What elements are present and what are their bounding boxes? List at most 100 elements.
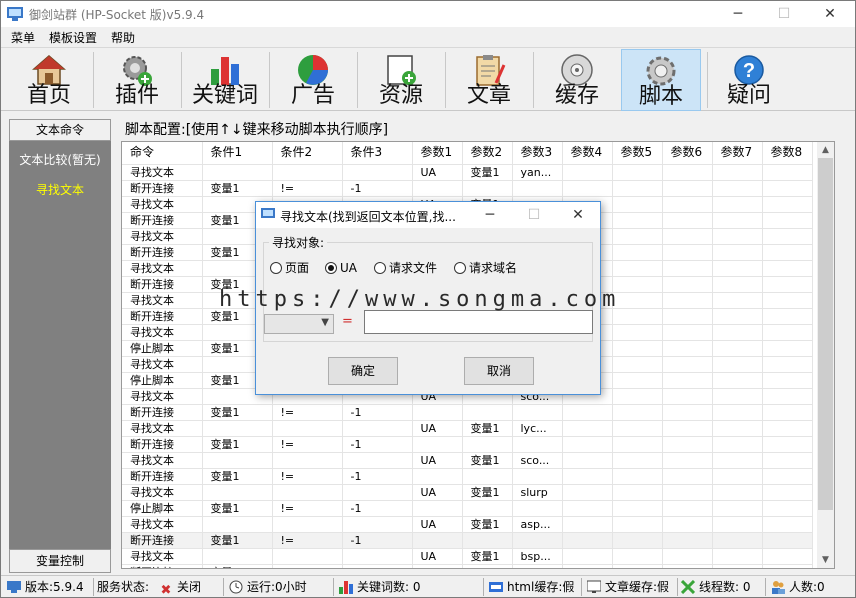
- table-cell: [662, 436, 713, 453]
- column-header[interactable]: 参数3: [512, 142, 563, 165]
- dialog-title: 寻找文本(找到返回文本位置,找...: [280, 210, 456, 224]
- minimize-button[interactable]: ─: [715, 1, 761, 27]
- column-header[interactable]: 参数6: [662, 142, 713, 165]
- table-row[interactable]: 寻找文本 UA 变量1 asp...: [122, 516, 813, 533]
- table-cell: [342, 484, 413, 501]
- table-cell: [462, 468, 513, 485]
- radio-request-file[interactable]: 请求文件: [374, 261, 437, 275]
- radio-page[interactable]: 页面: [270, 261, 309, 275]
- table-row[interactable]: 寻找文本 UA 变量1 slurp: [122, 484, 813, 501]
- column-header[interactable]: 参数8: [762, 142, 813, 165]
- table-cell: [762, 500, 813, 517]
- column-header[interactable]: 条件2: [272, 142, 343, 165]
- svg-text:?: ?: [743, 60, 755, 82]
- table-cell: 断开连接: [122, 436, 203, 453]
- grid-vertical-scrollbar[interactable]: ▲ ▼: [817, 142, 834, 568]
- table-cell: lyc...: [512, 420, 563, 437]
- radio-request-file-label: 请求文件: [389, 261, 438, 275]
- variable-select[interactable]: ▼: [264, 314, 334, 334]
- column-header[interactable]: 参数1: [412, 142, 463, 165]
- column-header[interactable]: 参数7: [712, 142, 763, 165]
- toolbar-ads-button[interactable]: 广告: [271, 49, 355, 111]
- table-cell: [412, 468, 463, 485]
- table-cell: [662, 212, 713, 229]
- table-cell: [712, 276, 763, 293]
- scroll-up-arrow-icon[interactable]: ▲: [817, 142, 834, 158]
- table-cell: 断开连接: [122, 468, 203, 485]
- column-header[interactable]: 条件1: [202, 142, 273, 165]
- table-cell: [612, 532, 663, 549]
- column-header[interactable]: 命令: [122, 142, 203, 165]
- table-row[interactable]: 寻找文本 UA 变量1 sco...: [122, 452, 813, 469]
- table-cell: 断开连接: [122, 564, 203, 568]
- table-cell: 寻找文本: [122, 452, 203, 469]
- dialog-close-button[interactable]: ✕: [555, 202, 601, 228]
- column-header[interactable]: 条件3: [342, 142, 413, 165]
- toolbar-cache-button[interactable]: 缓存: [535, 49, 619, 111]
- scroll-thumb[interactable]: [818, 158, 833, 510]
- table-cell: [762, 532, 813, 549]
- table-row[interactable]: 断开连接 变量1 != -1: [122, 180, 813, 197]
- toolbar-resources-button[interactable]: 资源: [359, 49, 443, 111]
- menu-item-template-settings[interactable]: 模板设置: [49, 29, 97, 46]
- maximize-button[interactable]: ☐: [761, 1, 807, 27]
- table-cell: [712, 452, 763, 469]
- dialog-minimize-button[interactable]: ─: [467, 202, 513, 228]
- table-cell: 寻找文本: [122, 292, 203, 309]
- toolbar-keywords-button[interactable]: 关键词: [183, 49, 267, 111]
- command-item-find-text[interactable]: 寻找文本: [9, 181, 111, 198]
- toolbar-home-label: 首页: [26, 83, 71, 108]
- table-cell: [272, 564, 343, 568]
- table-cell: [762, 372, 813, 389]
- table-cell: [662, 548, 713, 565]
- table-row[interactable]: 寻找文本 UA 变量1 bsp...: [122, 548, 813, 565]
- menu-item-menu[interactable]: 菜单: [11, 29, 35, 46]
- close-red-icon: ✖: [160, 583, 172, 598]
- cancel-button[interactable]: 取消: [464, 357, 534, 385]
- menu-item-help[interactable]: 帮助: [111, 29, 135, 46]
- command-panel: 文本命令 文本比较(暂无) 寻找文本 变量控制: [9, 119, 111, 573]
- table-row[interactable]: 停止脚本 变量1 != -1: [122, 500, 813, 517]
- column-header[interactable]: 参数4: [562, 142, 613, 165]
- table-cell: [762, 516, 813, 533]
- ok-button[interactable]: 确定: [328, 357, 398, 385]
- table-row[interactable]: 断开连接 变量1 != -1: [122, 436, 813, 453]
- toolbar-help-button[interactable]: ? 疑问: [709, 49, 789, 111]
- status-divider: [765, 578, 766, 596]
- table-cell: [712, 292, 763, 309]
- toolbar-plugin-button[interactable]: 插件: [95, 49, 179, 111]
- table-cell: [662, 420, 713, 437]
- column-header[interactable]: 参数2: [462, 142, 513, 165]
- toolbar-divider: [269, 52, 270, 108]
- toolbar-home-button[interactable]: 首页: [7, 49, 91, 111]
- radio-request-domain[interactable]: 请求域名: [454, 261, 517, 275]
- status-people: 人数:0: [771, 579, 825, 595]
- table-row[interactable]: 断开连接 变量1 != -1: [122, 532, 813, 549]
- scroll-down-arrow-icon[interactable]: ▼: [817, 552, 834, 568]
- table-row[interactable]: 断开连接变量1: [122, 564, 813, 568]
- table-row[interactable]: 断开连接 变量1 != -1: [122, 404, 813, 421]
- toolbar-script-button[interactable]: 脚本: [621, 49, 701, 111]
- table-row[interactable]: 断开连接 变量1 != -1: [122, 468, 813, 485]
- table-cell: [762, 308, 813, 325]
- toolbar-plugin-label: 插件: [114, 83, 159, 108]
- table-cell: [762, 180, 813, 197]
- table-row[interactable]: 寻找文本 UA 变量1 yan...: [122, 164, 813, 181]
- table-row[interactable]: 寻找文本 UA 变量1 lyc...: [122, 420, 813, 437]
- radio-ua[interactable]: UA: [325, 261, 357, 275]
- command-item-text-compare[interactable]: 文本比较(暂无): [9, 151, 111, 168]
- table-cell: [762, 388, 813, 405]
- text-command-header[interactable]: 文本命令: [9, 119, 111, 141]
- table-cell: [612, 212, 663, 229]
- column-header[interactable]: 参数5: [612, 142, 663, 165]
- dialog-maximize-button[interactable]: ☐: [511, 202, 557, 228]
- toolbar-articles-button[interactable]: 文章: [447, 49, 531, 111]
- table-cell: [342, 548, 413, 565]
- table-cell: [762, 244, 813, 261]
- table-cell: [202, 420, 273, 437]
- close-button[interactable]: ✕: [807, 1, 853, 27]
- table-cell: [612, 564, 663, 568]
- table-cell: [462, 500, 513, 517]
- variable-control-header[interactable]: 变量控制: [9, 549, 111, 573]
- search-value-input[interactable]: [364, 310, 593, 334]
